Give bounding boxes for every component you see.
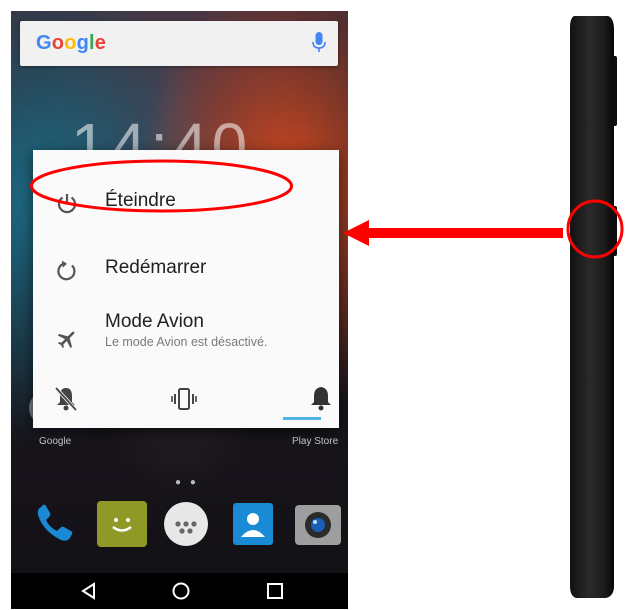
home-icon[interactable] bbox=[171, 581, 191, 601]
app-label-play-store: Play Store bbox=[292, 436, 339, 447]
restart-label: Redémarrer bbox=[105, 257, 207, 278]
vibrate-icon[interactable] bbox=[169, 384, 199, 414]
contacts-app-icon[interactable] bbox=[231, 501, 275, 547]
logo-letter: e bbox=[94, 32, 107, 54]
airplane-mode-status: Le mode Avion est désactivé. bbox=[105, 335, 268, 349]
logo-letter: o bbox=[64, 32, 77, 54]
restart-option[interactable]: Redémarrer bbox=[33, 239, 339, 299]
messaging-app-icon[interactable] bbox=[97, 501, 147, 547]
phone-app-icon[interactable] bbox=[33, 501, 77, 545]
page-indicator-dots: ● ● bbox=[175, 477, 199, 488]
airplane-mode-label: Mode Avion bbox=[105, 311, 204, 332]
navigation-bar bbox=[11, 573, 348, 609]
phone-side-view bbox=[570, 16, 617, 598]
google-logo: Google bbox=[36, 32, 106, 55]
recents-icon[interactable] bbox=[265, 581, 285, 601]
phone-screen: Google 14:40 Google Play Store ● ● Étein… bbox=[11, 11, 348, 609]
camera-app-icon[interactable] bbox=[293, 501, 343, 547]
app-drawer-icon[interactable] bbox=[163, 501, 209, 547]
app-label-google: Google bbox=[39, 436, 72, 447]
bell-off-icon[interactable] bbox=[51, 384, 81, 414]
airplane-icon bbox=[57, 331, 75, 349]
side-button-highlight bbox=[566, 199, 624, 259]
logo-letter: o bbox=[51, 32, 65, 54]
microphone-icon[interactable] bbox=[312, 32, 326, 54]
restart-icon bbox=[57, 260, 76, 281]
highlight-ellipse bbox=[30, 159, 293, 213]
back-icon[interactable] bbox=[79, 581, 99, 601]
logo-letter: g bbox=[76, 32, 90, 54]
selected-sound-mode-indicator bbox=[283, 417, 321, 420]
logo-letter: G bbox=[36, 32, 52, 54]
airplane-mode-option[interactable]: Mode Avion Le mode Avion est désactivé. bbox=[33, 305, 339, 365]
annotation-arrow bbox=[343, 220, 563, 246]
smiley-icon bbox=[112, 518, 132, 532]
google-search-bar[interactable]: Google bbox=[20, 21, 338, 66]
bell-icon[interactable] bbox=[306, 384, 336, 414]
